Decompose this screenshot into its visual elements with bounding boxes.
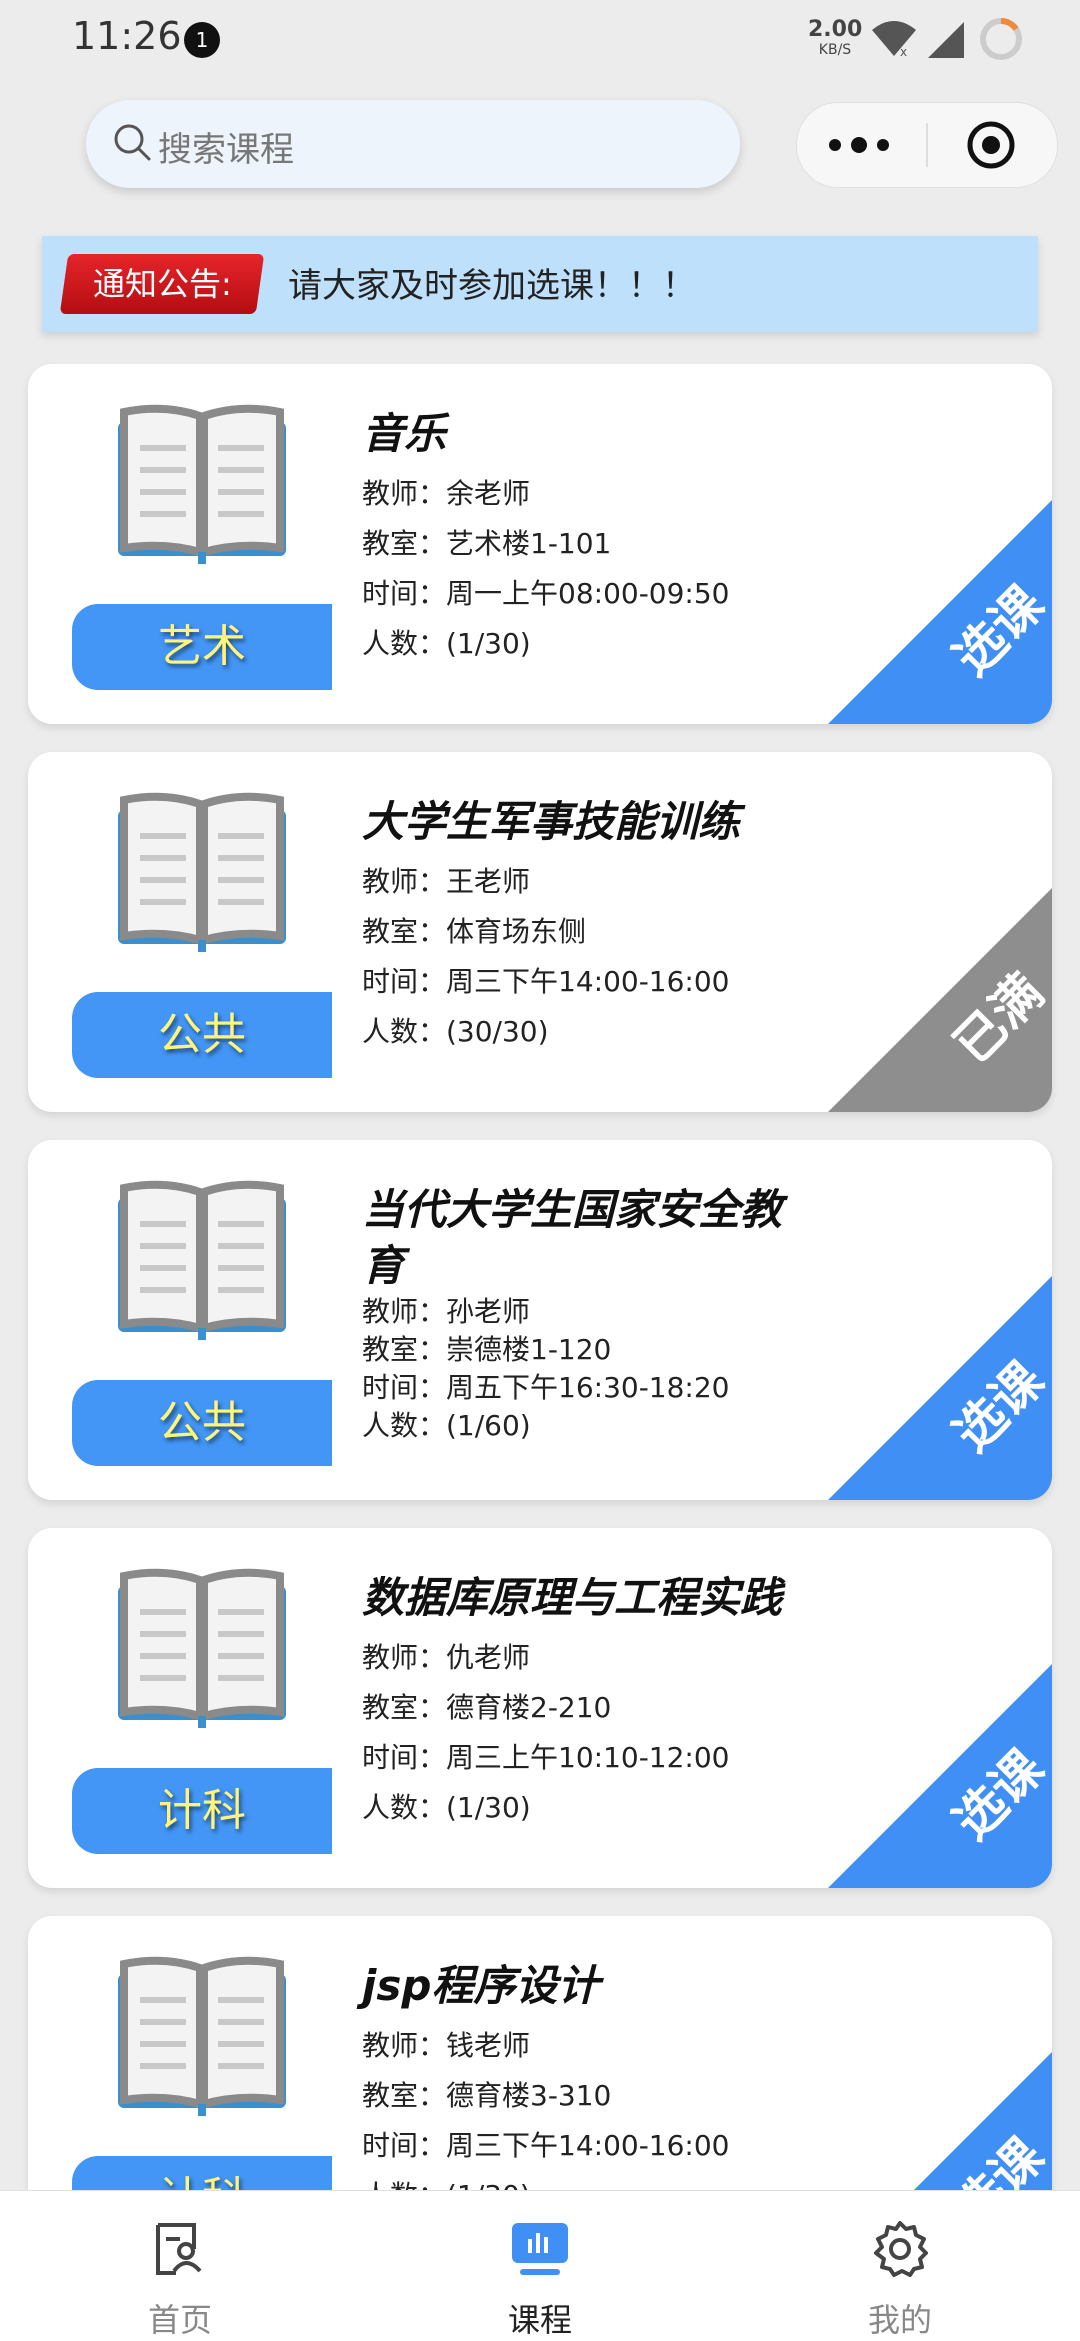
- book-icon: [118, 792, 286, 952]
- course-teacher: 教师：孙老师: [362, 1295, 531, 1328]
- bottom-tab-bar: 首页 课程 我的: [0, 2190, 1080, 2341]
- dot-icon: [877, 139, 889, 151]
- capsule-divider: [926, 123, 928, 167]
- course-category-badge: 计科: [72, 1768, 332, 1854]
- course-category-badge: 公共: [72, 1380, 332, 1466]
- network-speed-unit: KB/S: [818, 42, 852, 58]
- course-room: 教室：崇德楼1-120: [362, 1333, 612, 1366]
- course-card[interactable]: 艺术 音乐教师：余老师教室：艺术楼1-101 时间：周一上午08:00-09:50 人…: [28, 364, 1052, 724]
- book-icon: [118, 1180, 286, 1340]
- course-room: 教室：德育楼3-310: [362, 2079, 612, 2112]
- network-speed: 2.00 KB/S: [808, 17, 863, 60]
- book-icon: [118, 1956, 286, 2116]
- course-enrollment: 人数：(1/30): [362, 627, 531, 660]
- course-time: 时间：周一上午08:00-09:50: [362, 577, 730, 610]
- course-card[interactable]: 计科 数据库原理与工程实践教师：仇老师教室：德育楼2-210 时间：周三上午10:1…: [28, 1528, 1052, 1888]
- status-time: 11:26: [72, 14, 182, 58]
- notice-bar: 通知公告: 请大家及时参加选课！！！: [42, 236, 1038, 332]
- course-time: 时间：周三下午14:00-16:00: [362, 965, 730, 998]
- course-title: 当代大学生国家安全教育: [362, 1185, 783, 1290]
- book-icon: [118, 1568, 286, 1728]
- tab-courses-label: 课程: [507, 2301, 572, 2339]
- search-placeholder: 搜索课程: [158, 130, 294, 170]
- battery-icon: [980, 17, 1022, 60]
- course-room: 教室：体育场东侧: [362, 915, 587, 948]
- course-time: 时间：周五下午16:30-18:20: [362, 1371, 730, 1404]
- notice-tag: 通知公告:: [59, 254, 265, 314]
- course-category-badge: 艺术: [72, 604, 332, 690]
- course-room: 教室：艺术楼1-101: [362, 527, 612, 560]
- search-icon: [114, 124, 151, 161]
- course-title: jsp程序设计: [362, 1961, 600, 2010]
- tab-home-label: 首页: [147, 2301, 212, 2339]
- tab-mine[interactable]: 我的: [800, 2191, 1000, 2341]
- course-enrollment: 人数：(1/30): [362, 1791, 531, 1824]
- svg-text:x: x: [900, 45, 907, 58]
- select-course-button[interactable]: 选课: [828, 1664, 1052, 1888]
- select-course-button[interactable]: 选课: [828, 1276, 1052, 1500]
- course-teacher: 教师：钱老师: [362, 2029, 531, 2062]
- course-title: 大学生军事技能训练: [362, 797, 741, 846]
- select-course-button[interactable]: 选课: [828, 500, 1052, 724]
- course-time: 时间：周三下午14:00-16:00: [362, 2129, 730, 2162]
- notification-badge: 1: [184, 22, 220, 58]
- course-teacher: 教师：余老师: [362, 477, 531, 510]
- network-speed-value: 2.00: [808, 17, 863, 42]
- tab-mine-label: 我的: [867, 2301, 932, 2339]
- dot-icon: [851, 137, 867, 153]
- miniprogram-capsule: [796, 102, 1058, 188]
- course-teacher: 教师：仇老师: [362, 1641, 531, 1674]
- tab-home[interactable]: 首页: [80, 2191, 280, 2341]
- close-miniprogram-icon[interactable]: [965, 119, 1017, 171]
- gear-icon: [874, 2221, 928, 2277]
- course-enrollment: 人数：(30/30): [362, 1015, 549, 1048]
- status-bar: 11:26 1 2.00 KB/S x: [0, 0, 1080, 80]
- course-card[interactable]: 公共 大学生军事技能训练教师：王老师教室：体育场东侧时间：周三下午14:00-16…: [28, 752, 1052, 1112]
- signal-icon: [928, 22, 964, 58]
- course-title: 数据库原理与工程实践: [362, 1573, 783, 1622]
- wifi-icon: x: [872, 21, 916, 58]
- courses-icon: [512, 2223, 568, 2275]
- course-full-badge: 已满: [828, 888, 1052, 1112]
- home-icon: [156, 2223, 202, 2275]
- course-teacher: 教师：王老师: [362, 865, 531, 898]
- course-category-badge: 公共: [72, 992, 332, 1078]
- notice-text: 请大家及时参加选课！！！: [288, 266, 696, 306]
- course-room: 教室：德育楼2-210: [362, 1691, 612, 1724]
- more-options-button[interactable]: [825, 125, 909, 165]
- dot-icon: [829, 139, 841, 151]
- book-icon: [118, 404, 286, 564]
- course-enrollment: 人数：(1/60): [362, 1409, 531, 1442]
- course-time: 时间：周三上午10:10-12:00: [362, 1741, 730, 1774]
- search-bar[interactable]: 搜索课程: [86, 100, 740, 188]
- tab-courses[interactable]: 课程: [440, 2191, 640, 2341]
- course-card[interactable]: 公共 当代大学生国家安全教育教师：孙老师教室：崇德楼1-120 时间：周五下午16:…: [28, 1140, 1052, 1500]
- course-title: 音乐: [362, 409, 447, 458]
